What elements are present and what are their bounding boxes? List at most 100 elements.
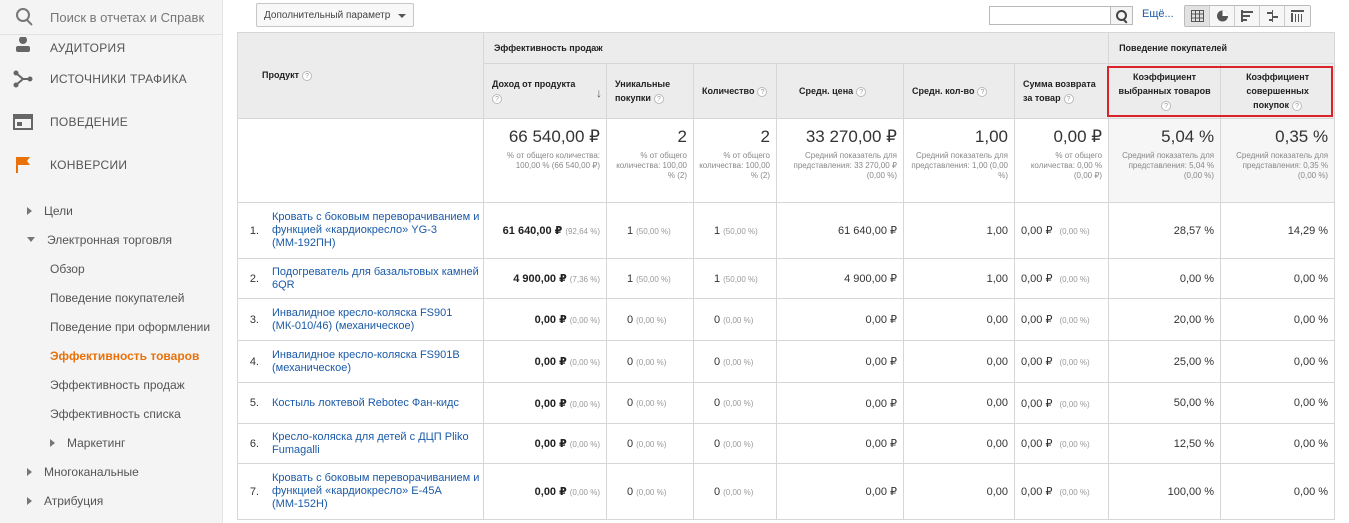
col-avg-price-header[interactable]: Средн. цена? xyxy=(776,63,904,119)
buy-rate-cell: 0,00 % xyxy=(1220,463,1336,520)
total-refund: 0,00 ₽ xyxy=(1053,127,1103,146)
qty-value: 0 xyxy=(714,355,721,368)
col-product-header[interactable]: Продукт? xyxy=(237,32,484,119)
col-revenue-header[interactable]: Доход от продукта? ↓ xyxy=(483,63,607,119)
nav-overview[interactable]: Обзор xyxy=(0,254,222,283)
avg-qty-value: 0,00 xyxy=(986,397,1008,409)
avg-price-cell: 0,00 ₽ xyxy=(776,463,904,520)
col-buy-rate-header[interactable]: Коэффициент совершенных покупок? xyxy=(1220,63,1336,119)
refund-value: 0,00 ₽ xyxy=(1021,273,1053,285)
nav-sales-performance[interactable]: Эффективность продаж xyxy=(0,370,222,399)
sort-desc-icon[interactable]: ↓ xyxy=(596,86,602,100)
table-row: 7. Кровать с боковым переворачиванием и ф… xyxy=(237,463,1336,520)
pie-view-icon[interactable] xyxy=(1210,6,1235,26)
nav-audience[interactable]: АУДИТОРИЯ xyxy=(0,35,222,57)
qty-cell: 1 (50,00 %) xyxy=(693,258,777,299)
buy-rate-value: 0,00 % xyxy=(1293,397,1329,409)
unique-value: 0 xyxy=(627,437,634,450)
unique-cell: 0 (0,00 %) xyxy=(606,423,694,464)
help-icon[interactable]: ? xyxy=(302,70,313,81)
buy-rate-cell: 0,00 % xyxy=(1220,340,1336,383)
buy-rate-value: 0,00 % xyxy=(1293,313,1329,326)
nav-acquisition-label: ИСТОЧНИКИ ТРАФИКА xyxy=(50,71,187,86)
avg-qty-cell: 0,00 xyxy=(903,340,1015,383)
nav-list-performance[interactable]: Эффективность списка xyxy=(0,399,222,428)
avg-qty-cell: 1,00 xyxy=(903,258,1015,299)
pivot-view-icon[interactable] xyxy=(1285,6,1310,26)
nav-checkout-behavior[interactable]: Поведение при оформлении xyxy=(0,312,222,341)
qty-pct: (0,00 %) xyxy=(723,439,754,449)
secondary-dimension-dropdown[interactable]: Дополнительный параметр xyxy=(256,3,414,27)
help-icon[interactable]: ? xyxy=(757,86,768,97)
nav-goals[interactable]: Цели xyxy=(0,196,222,225)
col-avg-qty-header[interactable]: Средн. кол-во? xyxy=(903,63,1015,119)
refund-pct: (0,00 %) xyxy=(1059,440,1090,449)
product-link[interactable]: Кресло-коляска для детей с ДЦП Pliko Fum… xyxy=(272,431,483,457)
avg-qty-value: 0,00 xyxy=(986,313,1008,326)
cart-rate-value: 100,00 % xyxy=(1167,485,1215,498)
nav-attribution[interactable]: Атрибуция xyxy=(0,486,222,515)
revenue-value: 0,00 ₽ xyxy=(534,486,567,498)
avg-price-value: 0,00 ₽ xyxy=(865,397,897,410)
total-avg-price-cell: 33 270,00 ₽ Средний показатель для предст… xyxy=(776,118,904,203)
table-row: 5. Костыль локтевой Rebotec Фан-кидс 0,00 … xyxy=(237,382,1336,424)
col-refund-label: Сумма возврата за товар xyxy=(1023,79,1096,103)
revenue-pct: (0,00 %) xyxy=(569,358,600,367)
total-cart-rate-cell: 5,04 % Средний показатель для представлен… xyxy=(1108,118,1222,203)
help-icon[interactable]: ? xyxy=(856,86,867,97)
table-filter-input[interactable] xyxy=(989,6,1111,25)
help-icon[interactable]: ? xyxy=(653,93,664,104)
refund-cell: 0,00 ₽ (0,00 %) xyxy=(1013,258,1110,299)
col-unique-header[interactable]: Уникальные покупки? xyxy=(606,63,694,119)
nav-ecommerce[interactable]: Электронная торговля xyxy=(0,225,222,254)
buy-rate-value: 0,00 % xyxy=(1293,355,1329,368)
advanced-link[interactable]: Ещё... xyxy=(1142,8,1174,20)
table-row: 4. Инвалидное кресло-коляска FS901B (меха… xyxy=(237,340,1336,383)
help-icon[interactable]: ? xyxy=(1161,100,1172,111)
col-qty-header[interactable]: Количество? xyxy=(693,63,777,119)
product-link[interactable]: Кровать с боковым переворачиванием и фун… xyxy=(272,211,483,250)
nav-behavior[interactable]: ПОВЕДЕНИЕ xyxy=(0,100,222,143)
help-icon[interactable]: ? xyxy=(1063,93,1074,104)
col-refund-header[interactable]: Сумма возврата за товар? xyxy=(1013,63,1110,119)
search-input[interactable]: Поиск в отчетах и Справк xyxy=(50,10,204,25)
cart-rate-cell: 12,50 % xyxy=(1108,423,1222,464)
unique-value: 0 xyxy=(627,485,634,498)
comparison-view-icon[interactable] xyxy=(1260,6,1285,26)
help-icon[interactable]: ? xyxy=(492,93,502,104)
buy-rate-value: 0,00 % xyxy=(1293,485,1329,498)
report-search[interactable]: Поиск в отчетах и Справк xyxy=(0,0,222,35)
product-link[interactable]: Инвалидное кресло-коляска FS901 (МК-010/… xyxy=(272,307,483,333)
nav-product-performance[interactable]: Эффективность товаров xyxy=(0,341,222,370)
refund-cell: 0,00 ₽ (0,00 %) xyxy=(1013,298,1110,341)
help-icon[interactable]: ? xyxy=(1292,100,1303,111)
revenue-pct: (0,00 %) xyxy=(569,440,600,449)
refund-value: 0,00 ₽ xyxy=(1021,356,1053,368)
nav-conversions[interactable]: КОНВЕРСИИ xyxy=(0,143,222,186)
revenue-cell: 0,00 ₽ (0,00 %) xyxy=(483,340,607,383)
flag-icon xyxy=(12,154,34,176)
cart-rate-cell: 0,00 % xyxy=(1108,258,1222,299)
nav-marketing[interactable]: Маркетинг xyxy=(0,428,222,457)
nav-shopping-behavior[interactable]: Поведение покупателей xyxy=(0,283,222,312)
table-view-icon[interactable] xyxy=(1185,6,1210,26)
bar-view-icon[interactable] xyxy=(1235,6,1260,26)
refund-value: 0,00 ₽ xyxy=(1021,397,1053,410)
refund-pct: (0,00 %) xyxy=(1059,358,1090,367)
avg-qty-cell: 0,00 xyxy=(903,463,1015,520)
table-search-icon[interactable] xyxy=(1111,6,1133,25)
product-link[interactable]: Костыль локтевой Rebotec Фан-кидс xyxy=(272,397,459,410)
buy-rate-cell: 0,00 % xyxy=(1220,258,1336,299)
product-link[interactable]: Инвалидное кресло-коляска FS901B (механи… xyxy=(272,349,483,375)
nav-acquisition[interactable]: ИСТОЧНИКИ ТРАФИКА xyxy=(0,57,222,100)
cart-rate-cell: 50,00 % xyxy=(1108,382,1222,424)
help-icon[interactable]: ? xyxy=(977,86,988,97)
nav-goals-label: Цели xyxy=(44,203,73,218)
nav-multichannel[interactable]: Многоканальные xyxy=(0,457,222,486)
product-link[interactable]: Подогреватель для базальтовых камней 6QR xyxy=(272,266,483,292)
product-cell: 7. Кровать с боковым переворачиванием и ф… xyxy=(237,463,484,520)
col-cart-rate-header[interactable]: Коэффициент выбранных товаров? xyxy=(1108,63,1222,119)
avg-price-value: 0,00 ₽ xyxy=(865,486,897,498)
product-link[interactable]: Кровать с боковым переворачиванием и фун… xyxy=(272,472,483,511)
avg-qty-value: 1,00 xyxy=(986,272,1008,285)
